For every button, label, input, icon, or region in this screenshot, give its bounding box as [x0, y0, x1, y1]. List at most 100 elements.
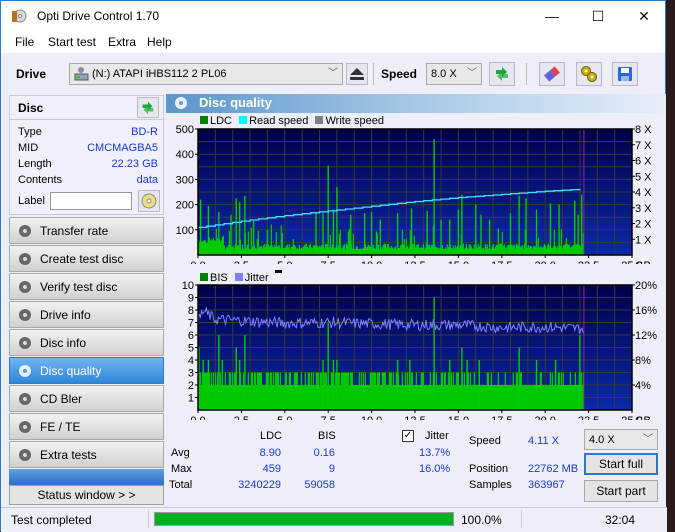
speed-value: 8.0 X	[431, 68, 457, 80]
maximize-button[interactable]: ☐	[575, 1, 621, 31]
stats-col-bis: BIS	[318, 430, 336, 442]
jitter-checkbox[interactable]: ✓	[402, 430, 414, 442]
y-tick-label: 1	[188, 393, 194, 405]
chevron-down-icon: ﹀	[643, 434, 653, 445]
nav-disc-quality[interactable]: Disc quality	[9, 357, 164, 384]
stats-avg-ldc: 8.90	[259, 447, 281, 459]
disc-panel-title: Disc	[18, 101, 44, 115]
speed-select[interactable]: 8.0 X ﹀	[426, 63, 482, 85]
nav-fe-te[interactable]: FE / TE	[9, 413, 164, 440]
progress-text: 100.0%	[461, 513, 502, 527]
test-speed-value: 4.0 X	[589, 434, 615, 446]
y-tick-label: 200	[176, 200, 194, 212]
start-full-button[interactable]: Start full	[584, 453, 658, 475]
stats-avg-jitter: 13.7%	[419, 447, 451, 459]
y-tick-label: 5	[188, 343, 194, 355]
y2-tick-label: 20%	[635, 280, 657, 292]
drive-value: (N:) ATAPI iHBS112 2 PL06	[92, 68, 227, 80]
y2-tick-label: 1 X	[635, 234, 652, 246]
x-tick-label: 12.5	[404, 415, 425, 420]
x-tick-label: 22.5	[578, 415, 599, 420]
y2-tick-label: 16%	[635, 305, 657, 317]
eject-icon	[350, 68, 364, 80]
y-tick-label: 10	[182, 280, 194, 292]
refresh-icon	[496, 67, 508, 81]
x-tick-label: 7.5	[321, 415, 336, 420]
minimize-button[interactable]: —	[529, 1, 575, 31]
x-tick-label: 5.0	[277, 415, 292, 420]
nav-transfer-rate[interactable]: Transfer rate	[9, 217, 164, 244]
erase-button[interactable]	[539, 62, 565, 86]
x-tick-label: 17.5	[491, 415, 512, 420]
menu-start-test[interactable]: Start test	[48, 35, 96, 49]
x-tick-label: 20.0	[534, 260, 555, 264]
y-tick-label: 9	[188, 293, 194, 305]
erase-icon	[544, 66, 560, 82]
close-button[interactable]: ✕	[621, 1, 667, 31]
nav-extra-tests[interactable]: Extra tests	[9, 441, 164, 468]
x-tick-label: 22.5	[578, 260, 599, 264]
refresh-drive-button[interactable]	[489, 62, 515, 86]
status-window-button[interactable]: Status window > >	[9, 485, 164, 505]
elapsed-time: 32:04	[605, 513, 636, 527]
stats-max-jitter: 16.0%	[419, 463, 451, 475]
disc-gear-icon	[19, 309, 31, 321]
nav-cd-bler[interactable]: CD Bler	[9, 385, 164, 412]
toolbar: Drive (N:) ATAPI iHBS112 2 PL06 ﹀ Speed …	[1, 53, 665, 93]
statusbar-divider	[521, 510, 522, 528]
x-axis-label: GB	[635, 415, 651, 420]
save-button[interactable]	[612, 62, 638, 86]
y-tick-label: 500	[176, 124, 194, 136]
refresh-disc-button[interactable]	[137, 97, 159, 118]
disc-gear-icon	[19, 253, 31, 265]
panel-header: Disc quality	[166, 94, 666, 113]
settings-button[interactable]	[576, 62, 602, 86]
refresh-icon	[142, 101, 154, 114]
y-tick-label: 100	[176, 225, 194, 237]
y2-tick-label: 8 X	[635, 124, 652, 136]
disc-field-type: Type BD-R	[18, 126, 158, 138]
samples-value: 363967	[528, 479, 565, 491]
stats-total-ldc: 3240229	[238, 479, 281, 491]
y2-tick-label: 8%	[635, 355, 651, 367]
x-tick-label: 15.0	[448, 260, 469, 264]
status-message: Test completed	[11, 513, 92, 527]
position-value: 22762 MB	[528, 463, 579, 475]
disc-info-panel: Disc Type BD-R MID CMCMAGBA5 Length 22.2…	[9, 95, 164, 215]
nav-verify-test-disc[interactable]: Verify test disc	[9, 273, 164, 300]
legend-swatch-write-speed	[315, 116, 324, 124]
y2-tick-label: 12%	[635, 330, 657, 342]
x-tick-label: 17.5	[491, 260, 512, 264]
stats-max-bis: 9	[328, 463, 335, 475]
disc-gear-icon	[19, 337, 31, 349]
disc-label-input[interactable]	[50, 192, 132, 210]
menu-help[interactable]: Help	[147, 35, 172, 49]
y2-tick-label: 3 X	[635, 203, 652, 215]
drive-select[interactable]: (N:) ATAPI iHBS112 2 PL06 ﹀	[69, 63, 343, 85]
menu-extra[interactable]: Extra	[108, 35, 136, 49]
nav-disc-info[interactable]: Disc info	[9, 329, 164, 356]
legend-swatch-ldc	[200, 116, 208, 124]
disc-gear-icon	[19, 449, 31, 461]
menu-file[interactable]: File	[15, 35, 34, 49]
disc-field-contents: Contents data	[18, 174, 158, 186]
eject-button[interactable]	[346, 63, 368, 85]
y-tick-label: 300	[176, 174, 194, 186]
sidebar: Disc Type BD-R MID CMCMAGBA5 Length 22.2…	[9, 95, 164, 507]
stats-row-max-label: Max	[171, 463, 192, 475]
app-logo-icon	[12, 9, 27, 23]
nav-drive-info[interactable]: Drive info	[9, 301, 164, 328]
legend-swatch-read-speed	[239, 116, 248, 124]
disc-quality-panel: Disc quality LDC Read speed Write speed …	[166, 94, 666, 507]
x-tick-label: 2.5	[234, 260, 249, 264]
start-part-button[interactable]: Start part	[584, 480, 658, 502]
speed-label: Speed	[381, 67, 418, 81]
test-speed-select[interactable]: 4.0 X ﹀	[584, 429, 658, 450]
nav-create-test-disc[interactable]: Create test disc	[9, 245, 164, 272]
stats-avg-bis: 0.16	[313, 447, 335, 459]
disc-label-button[interactable]	[138, 190, 160, 212]
disc-gear-icon	[19, 393, 31, 405]
disc-gear-icon	[19, 281, 31, 293]
chevron-down-icon: ﹀	[467, 68, 477, 79]
x-tick-label: 12.5	[404, 260, 425, 264]
